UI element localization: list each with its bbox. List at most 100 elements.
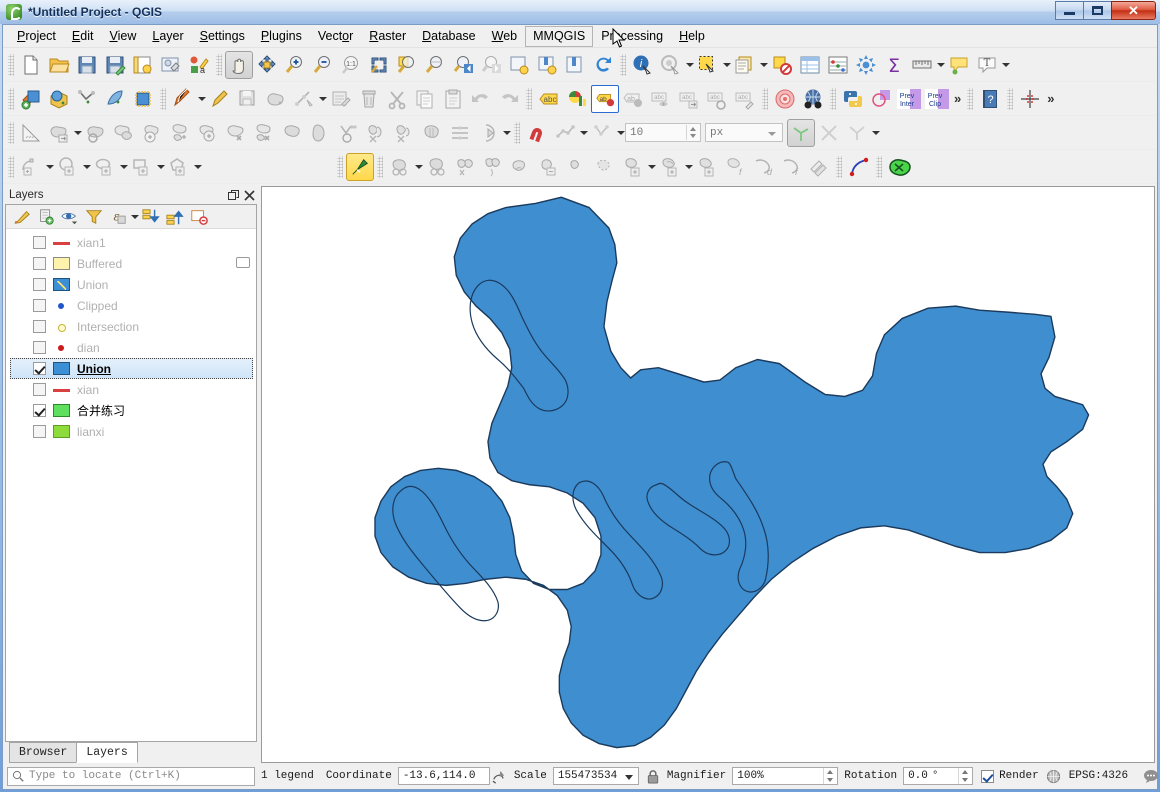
menu-edit[interactable]: Edit bbox=[64, 26, 102, 47]
rotate-symbols-dropdown[interactable] bbox=[502, 119, 511, 147]
layer-visibility-checkbox[interactable] bbox=[33, 257, 46, 270]
feature-action-dropdown[interactable] bbox=[685, 51, 694, 79]
new-3d-map-view-icon[interactable] bbox=[533, 51, 561, 79]
refresh-icon[interactable] bbox=[589, 51, 617, 79]
toggle-editing-icon[interactable] bbox=[169, 85, 197, 113]
select-by-expression-dropdown[interactable] bbox=[759, 51, 768, 79]
add-wms-layer-icon[interactable] bbox=[45, 85, 73, 113]
show-hide-labels-icon[interactable]: abc bbox=[647, 85, 675, 113]
enable-snapping-icon[interactable] bbox=[523, 119, 551, 147]
split-parts-icon[interactable] bbox=[390, 119, 418, 147]
menu-vector[interactable]: Vector bbox=[310, 26, 361, 47]
messages-label[interactable]: 1 legend bbox=[261, 770, 314, 782]
menu-raster[interactable]: Raster bbox=[361, 26, 414, 47]
geoprocessing-convexhull-icon[interactable]: f bbox=[721, 153, 749, 181]
geoprocessing-dissolve-icon[interactable] bbox=[451, 153, 479, 181]
layer-visibility-checkbox[interactable] bbox=[33, 425, 46, 438]
layer-row-buffered[interactable]: Buffered bbox=[6, 253, 256, 274]
rotation-spin-arrows[interactable] bbox=[958, 768, 971, 784]
offset-curve-icon[interactable] bbox=[306, 119, 334, 147]
add-group-icon[interactable] bbox=[34, 206, 58, 228]
snapping-options-icon[interactable] bbox=[551, 119, 579, 147]
add-rectangle-feature-icon[interactable] bbox=[128, 153, 156, 181]
toolbar-grip[interactable] bbox=[1007, 87, 1014, 110]
filter-legend-by-expression-icon[interactable]: ε bbox=[106, 206, 130, 228]
tab-layers[interactable]: Layers bbox=[76, 742, 138, 763]
rotate-feature-icon[interactable] bbox=[82, 119, 110, 147]
geometry-centroids-icon[interactable] bbox=[693, 153, 721, 181]
delete-part-icon[interactable] bbox=[250, 119, 278, 147]
processing-toolbox-icon[interactable] bbox=[852, 51, 880, 79]
snapping-mode-icon[interactable] bbox=[588, 119, 616, 147]
open-project-icon[interactable] bbox=[45, 51, 73, 79]
layer-visibility-checkbox[interactable] bbox=[33, 362, 46, 375]
toolbar-grip[interactable] bbox=[8, 121, 14, 144]
toolbar-grip[interactable] bbox=[967, 87, 974, 110]
add-part-icon[interactable] bbox=[166, 119, 194, 147]
zoom-full-icon[interactable] bbox=[365, 51, 393, 79]
add-ellipse-feature-icon[interactable] bbox=[91, 153, 119, 181]
snapping-extra-dropdown[interactable] bbox=[871, 119, 880, 147]
add-vector-layer-icon[interactable] bbox=[73, 85, 101, 113]
highlight-pinned-labels-icon[interactable]: ab bbox=[591, 84, 619, 113]
map-canvas[interactable] bbox=[261, 186, 1155, 763]
merge-features-icon[interactable] bbox=[418, 119, 446, 147]
remove-layer-icon[interactable] bbox=[187, 206, 211, 228]
reverse-line-icon[interactable] bbox=[334, 119, 362, 147]
layer-visibility-checkbox[interactable] bbox=[33, 278, 46, 291]
zoom-in-icon[interactable] bbox=[281, 51, 309, 79]
new-map-view-icon[interactable] bbox=[505, 51, 533, 79]
select-by-expression-icon[interactable] bbox=[731, 51, 759, 79]
openlayers-plugin-icon[interactable] bbox=[771, 85, 799, 113]
geoprocessing-intersect-icon[interactable] bbox=[507, 153, 535, 181]
save-project-as-icon[interactable] bbox=[101, 51, 129, 79]
zoom-last-icon[interactable] bbox=[449, 51, 477, 79]
add-rectangle-dropdown[interactable] bbox=[156, 153, 165, 181]
geoprocessing-clip-icon[interactable] bbox=[423, 153, 451, 181]
layer-visibility-checkbox[interactable] bbox=[33, 299, 46, 312]
close-panel-icon[interactable] bbox=[241, 187, 257, 203]
move-feature-icon[interactable] bbox=[45, 119, 73, 147]
menu-project[interactable]: Project bbox=[9, 26, 64, 47]
geoprocessing-symdiff-icon[interactable] bbox=[535, 153, 563, 181]
layer-visibility-checkbox[interactable] bbox=[33, 236, 46, 249]
snapping-mode-dropdown[interactable] bbox=[616, 119, 625, 147]
new-print-layout-icon[interactable] bbox=[129, 51, 157, 79]
geoprocessing-densify-icon[interactable]: d bbox=[749, 153, 777, 181]
add-regular-polygon-icon[interactable] bbox=[165, 153, 193, 181]
expand-all-icon[interactable] bbox=[139, 206, 163, 228]
menu-layer[interactable]: Layer bbox=[144, 26, 191, 47]
snap-on-intersection-icon[interactable] bbox=[843, 119, 871, 147]
measure-dropdown[interactable] bbox=[936, 51, 945, 79]
plugin-circle-icon[interactable] bbox=[867, 85, 895, 113]
cut-features-icon[interactable] bbox=[383, 85, 411, 113]
toolbar-grip[interactable] bbox=[216, 53, 222, 76]
show-style-dock-icon[interactable]: a bbox=[185, 51, 213, 79]
speech-bubble-icon[interactable] bbox=[1142, 767, 1160, 785]
layer-visibility-checkbox[interactable] bbox=[33, 341, 46, 354]
add-postgis-layer-icon[interactable] bbox=[129, 85, 157, 113]
geoprocessing-multi-to-single-icon[interactable] bbox=[591, 153, 619, 181]
field-calculator-icon[interactable] bbox=[824, 51, 852, 79]
measure-tool-icon[interactable] bbox=[17, 119, 45, 147]
layer-row-xian[interactable]: xian bbox=[6, 379, 256, 400]
menu-web[interactable]: Web bbox=[484, 26, 525, 47]
layer-row-clipped[interactable]: Clipped bbox=[6, 295, 256, 316]
prev-inter-icon[interactable]: Prev Inter bbox=[895, 85, 923, 113]
open-attribute-table-icon[interactable] bbox=[796, 51, 824, 79]
add-polygon-dropdown[interactable] bbox=[193, 153, 202, 181]
layer-row-lianxi[interactable]: lianxi bbox=[6, 421, 256, 442]
qgis2web-icon[interactable] bbox=[799, 85, 827, 113]
spin-arrows[interactable] bbox=[686, 125, 699, 140]
undo-icon[interactable] bbox=[467, 85, 495, 113]
simplify-feature-icon[interactable] bbox=[110, 119, 138, 147]
label-layer-icon[interactable]: abc bbox=[535, 85, 563, 113]
open-layer-styling-panel-icon[interactable] bbox=[10, 206, 34, 228]
help-contents-icon[interactable]: ? bbox=[976, 85, 1004, 113]
toolbar-grip[interactable] bbox=[8, 155, 14, 178]
toolbar-grip[interactable] bbox=[526, 87, 532, 110]
add-line-dropdown[interactable] bbox=[45, 153, 54, 181]
coordinate-value[interactable]: -13.6,114.0 bbox=[397, 767, 490, 785]
current-edits-icon[interactable] bbox=[206, 85, 234, 113]
zoom-next-icon[interactable] bbox=[477, 51, 505, 79]
